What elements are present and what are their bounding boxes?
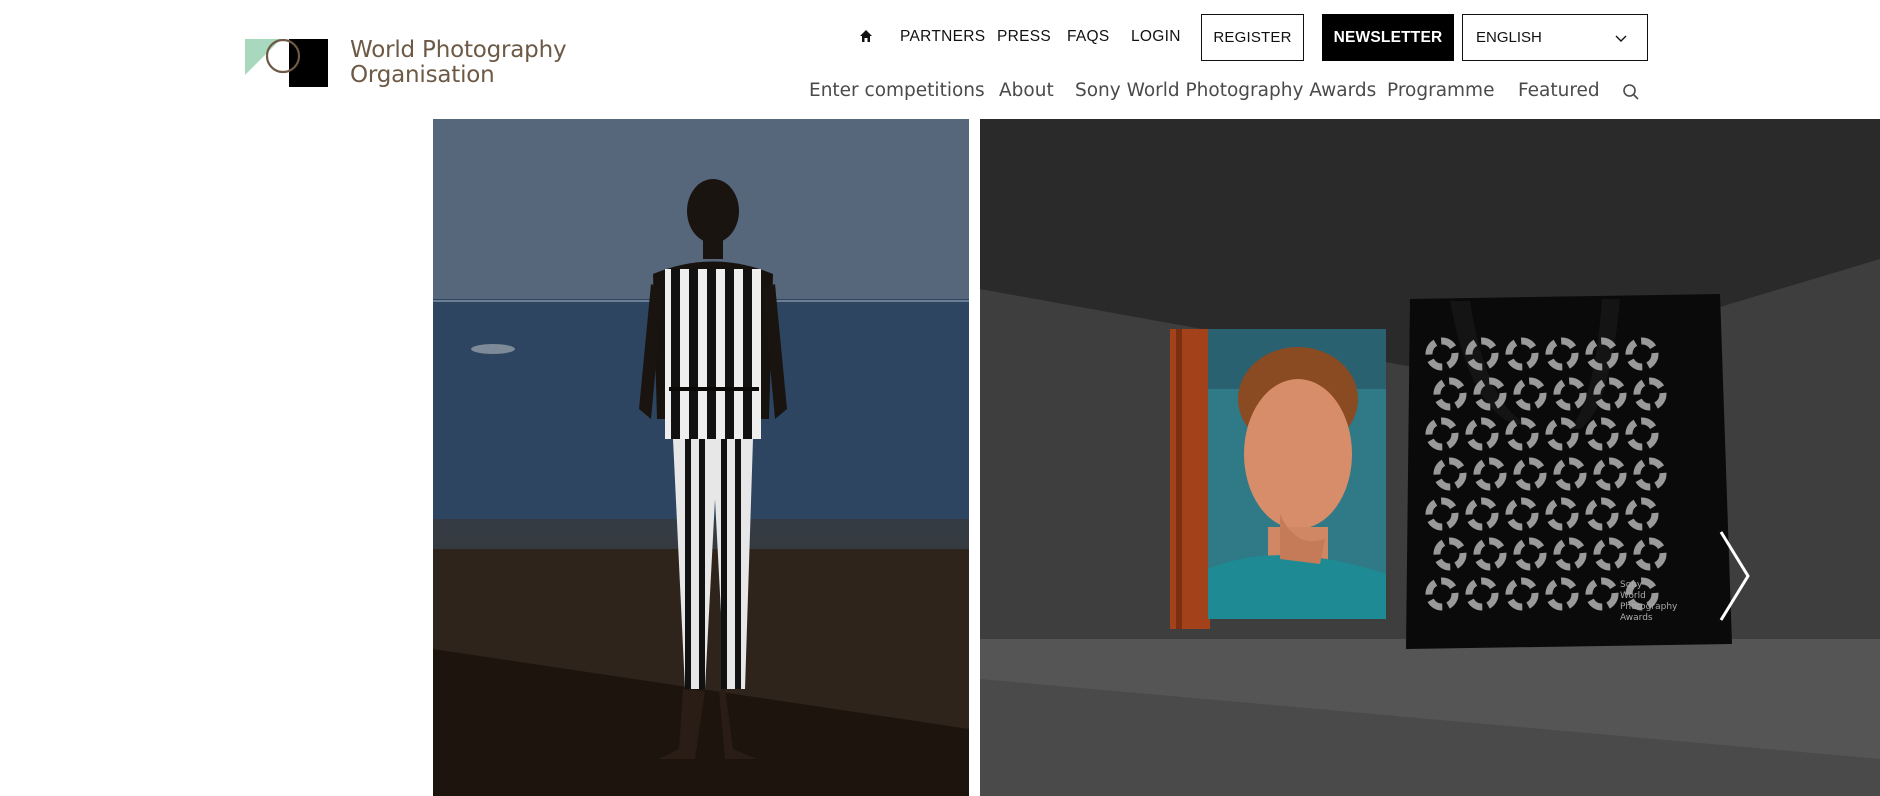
newsletter-button[interactable]: NEWSLETTER	[1322, 14, 1454, 61]
slide-photo-book-and-tote[interactable]: Sony World Photography Awards	[980, 119, 1880, 796]
chevron-down-icon	[1615, 31, 1627, 43]
nav-featured[interactable]: Featured	[1518, 80, 1600, 101]
register-button[interactable]: REGISTER	[1201, 14, 1304, 61]
tote-text-4: Awards	[1620, 613, 1653, 623]
nav-link-login[interactable]: LOGIN	[1131, 28, 1181, 46]
nav-programme[interactable]: Programme	[1387, 80, 1494, 101]
tote-text-2: World	[1620, 591, 1646, 601]
search-icon[interactable]	[1622, 83, 1640, 101]
nav-link-partners[interactable]: PARTNERS	[900, 28, 985, 46]
tote-text-3: Photography	[1620, 602, 1678, 612]
utility-nav: PARTNERS PRESS FAQS LOGIN REGISTER NEWSL…	[0, 14, 1880, 62]
hero-slider: Sony World Photography Awards	[0, 119, 1880, 796]
nav-about[interactable]: About	[999, 80, 1054, 101]
slide-photo-man-striped-swimsuit[interactable]	[433, 119, 969, 796]
language-select-value: ENGLISH	[1476, 29, 1542, 46]
chevron-right-icon[interactable]	[1718, 530, 1752, 622]
site-header: World Photography Organisation PARTNERS …	[0, 0, 1880, 119]
language-select[interactable]: ENGLISH	[1462, 14, 1648, 61]
home-icon[interactable]	[858, 28, 874, 44]
nav-link-press[interactable]: PRESS	[997, 28, 1051, 46]
nav-sony-world-photography-awards[interactable]: Sony World Photography Awards	[1075, 80, 1376, 101]
main-nav: Enter competitions About Sony World Phot…	[0, 80, 1880, 110]
nav-enter-competitions[interactable]: Enter competitions	[809, 80, 985, 101]
nav-link-faqs[interactable]: FAQS	[1067, 28, 1110, 46]
tote-text-1: Sony	[1620, 580, 1643, 590]
